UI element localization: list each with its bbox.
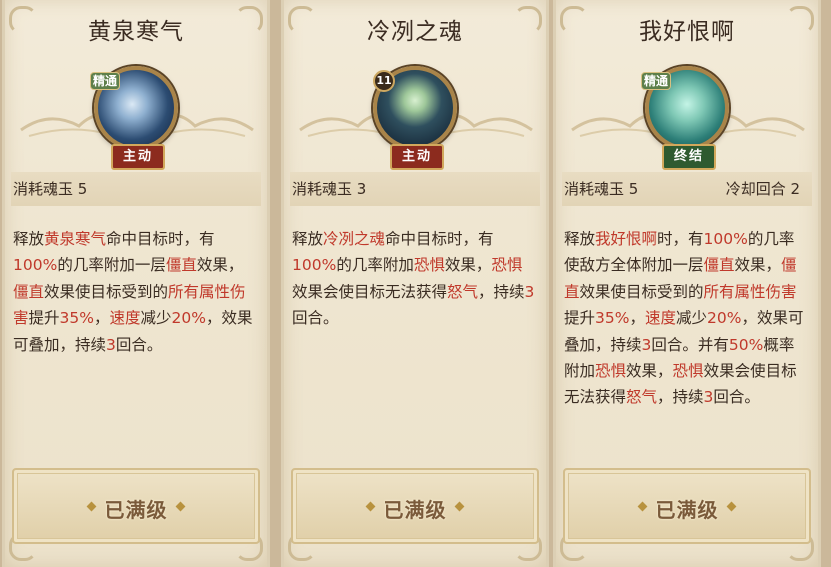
- keyword-text: 50%: [728, 335, 764, 354]
- description-text: 效果会使目标无法获得: [292, 282, 448, 301]
- keyword-text: 恐惧: [413, 256, 445, 275]
- description-text: 效果使目标受到的: [44, 282, 169, 301]
- keyword-text: 100%: [13, 256, 58, 275]
- skill-title: 冷冽之魂: [367, 19, 463, 45]
- description-text: 回合。: [713, 388, 760, 407]
- skill-description: 释放冷冽之魂命中目标时，有100%的几率附加恐惧效果，恐惧效果会使目标无法获得怒…: [292, 226, 536, 332]
- keyword-text: 3: [524, 282, 535, 301]
- keyword-text: 100%: [703, 230, 748, 248]
- description-text: 释放: [292, 230, 324, 248]
- mastery-tag: 精通: [641, 72, 672, 90]
- keyword-text: 35%: [595, 309, 630, 328]
- keyword-text: 3: [641, 335, 652, 354]
- description-text: 的几率附加一层: [57, 256, 166, 275]
- description-text: 回合。: [292, 309, 339, 328]
- skill-card-3: 我好恨啊 精通 终结 消耗魂玉 5 冷却回合 2 释放我好恨啊时，有100%的几…: [553, 0, 821, 567]
- skill-description: 释放黄泉寒气命中目标时，有100%的几率附加一层僵直效果，僵直效果使目标受到的所…: [13, 226, 257, 358]
- keyword-text: 我好恨啊: [595, 230, 658, 248]
- description-text: 时，有: [657, 230, 704, 248]
- description-text: 回合。: [115, 335, 163, 354]
- keyword-text: 恐惧: [672, 362, 704, 381]
- description-text: 效果，: [734, 256, 782, 275]
- description-text: 提升: [28, 309, 60, 328]
- max-level-button[interactable]: 已满级: [12, 468, 260, 544]
- skill-description: 释放我好恨啊时，有100%的几率使敌方全体附加一层僵直效果，僵直效果使目标受到的…: [564, 226, 808, 411]
- keyword-text: 僵直: [13, 282, 45, 301]
- description-text: 减少: [676, 309, 708, 328]
- description-text: 效果，: [626, 362, 673, 381]
- soul-jade-cost: 消耗魂玉 5: [13, 180, 88, 198]
- description-text: 效果使目标受到的: [579, 282, 704, 301]
- cooldown: 冷却回合 2: [725, 180, 800, 198]
- keyword-text: 僵直: [165, 256, 197, 275]
- max-level-label: 已满级: [104, 498, 168, 522]
- skill-type-badge: 主动: [111, 144, 165, 170]
- description-text: 的几率附加: [336, 256, 414, 275]
- description-text: ，: [629, 309, 645, 328]
- description-text: ，持续: [478, 282, 525, 301]
- keyword-text: 恐惧: [595, 362, 627, 381]
- keyword-text: 僵直: [703, 256, 735, 275]
- skill-card-2: 冷冽之魂 11 主动 消耗魂玉 3 释放冷冽之魂命中目标时，有100%的几率附加…: [281, 0, 549, 567]
- soul-jade-cost: 消耗魂玉 3: [292, 180, 367, 198]
- description-text: 效果，: [444, 256, 492, 275]
- cost-row: 消耗魂玉 5 冷却回合 2: [562, 172, 812, 206]
- skill-type-badge: 终结: [662, 144, 716, 170]
- keyword-text: 35%: [59, 309, 94, 328]
- keyword-text: 恐惧: [491, 256, 523, 275]
- description-text: 效果，: [196, 256, 244, 275]
- skill-level-badge: 11: [373, 70, 395, 92]
- description-text: 释放: [13, 230, 45, 248]
- skill-cards: 黄泉寒气 精通 主动 消耗魂玉 5 释放黄泉寒气命中目标时，有100%的几率附加…: [0, 0, 831, 567]
- description-text: 减少: [140, 309, 172, 328]
- description-text: 提升: [564, 309, 596, 328]
- description-text: 命中目标时，有: [385, 230, 494, 248]
- description-text: ，: [93, 309, 110, 328]
- cost-row: 消耗魂玉 3: [290, 172, 540, 206]
- description-text: 释放: [564, 230, 596, 248]
- soul-jade-cost: 消耗魂玉 5: [564, 180, 639, 198]
- keyword-text: 黄泉寒气: [44, 230, 107, 248]
- description-text: 命中目标时，有: [106, 230, 215, 248]
- keyword-text: 速度: [644, 309, 676, 328]
- skill-card-1: 黄泉寒气 精通 主动 消耗魂玉 5 释放黄泉寒气命中目标时，有100%的几率附加…: [2, 0, 270, 567]
- description-text: ，持续: [657, 388, 704, 407]
- keyword-text: 20%: [171, 309, 206, 328]
- keyword-text: 20%: [707, 309, 742, 328]
- description-text: 回合。并有: [651, 335, 729, 354]
- max-level-button[interactable]: 已满级: [563, 468, 811, 544]
- keyword-text: 怒气: [447, 282, 479, 301]
- keyword-text: 100%: [292, 256, 337, 275]
- skill-title: 黄泉寒气: [88, 19, 184, 45]
- keyword-text: 3: [106, 335, 116, 354]
- skill-title: 我好恨啊: [639, 19, 735, 45]
- cost-row: 消耗魂玉 5: [11, 172, 261, 206]
- max-level-label: 已满级: [655, 498, 719, 522]
- max-level-label: 已满级: [383, 498, 447, 522]
- mastery-tag: 精通: [90, 72, 121, 90]
- keyword-text: 3: [703, 388, 714, 407]
- keyword-text: 怒气: [626, 388, 658, 407]
- skill-type-badge: 主动: [390, 144, 444, 170]
- keyword-text: 所有属性伤害: [703, 282, 797, 301]
- keyword-text: 冷冽之魂: [323, 230, 386, 248]
- max-level-button[interactable]: 已满级: [291, 468, 539, 544]
- keyword-text: 速度: [109, 309, 141, 328]
